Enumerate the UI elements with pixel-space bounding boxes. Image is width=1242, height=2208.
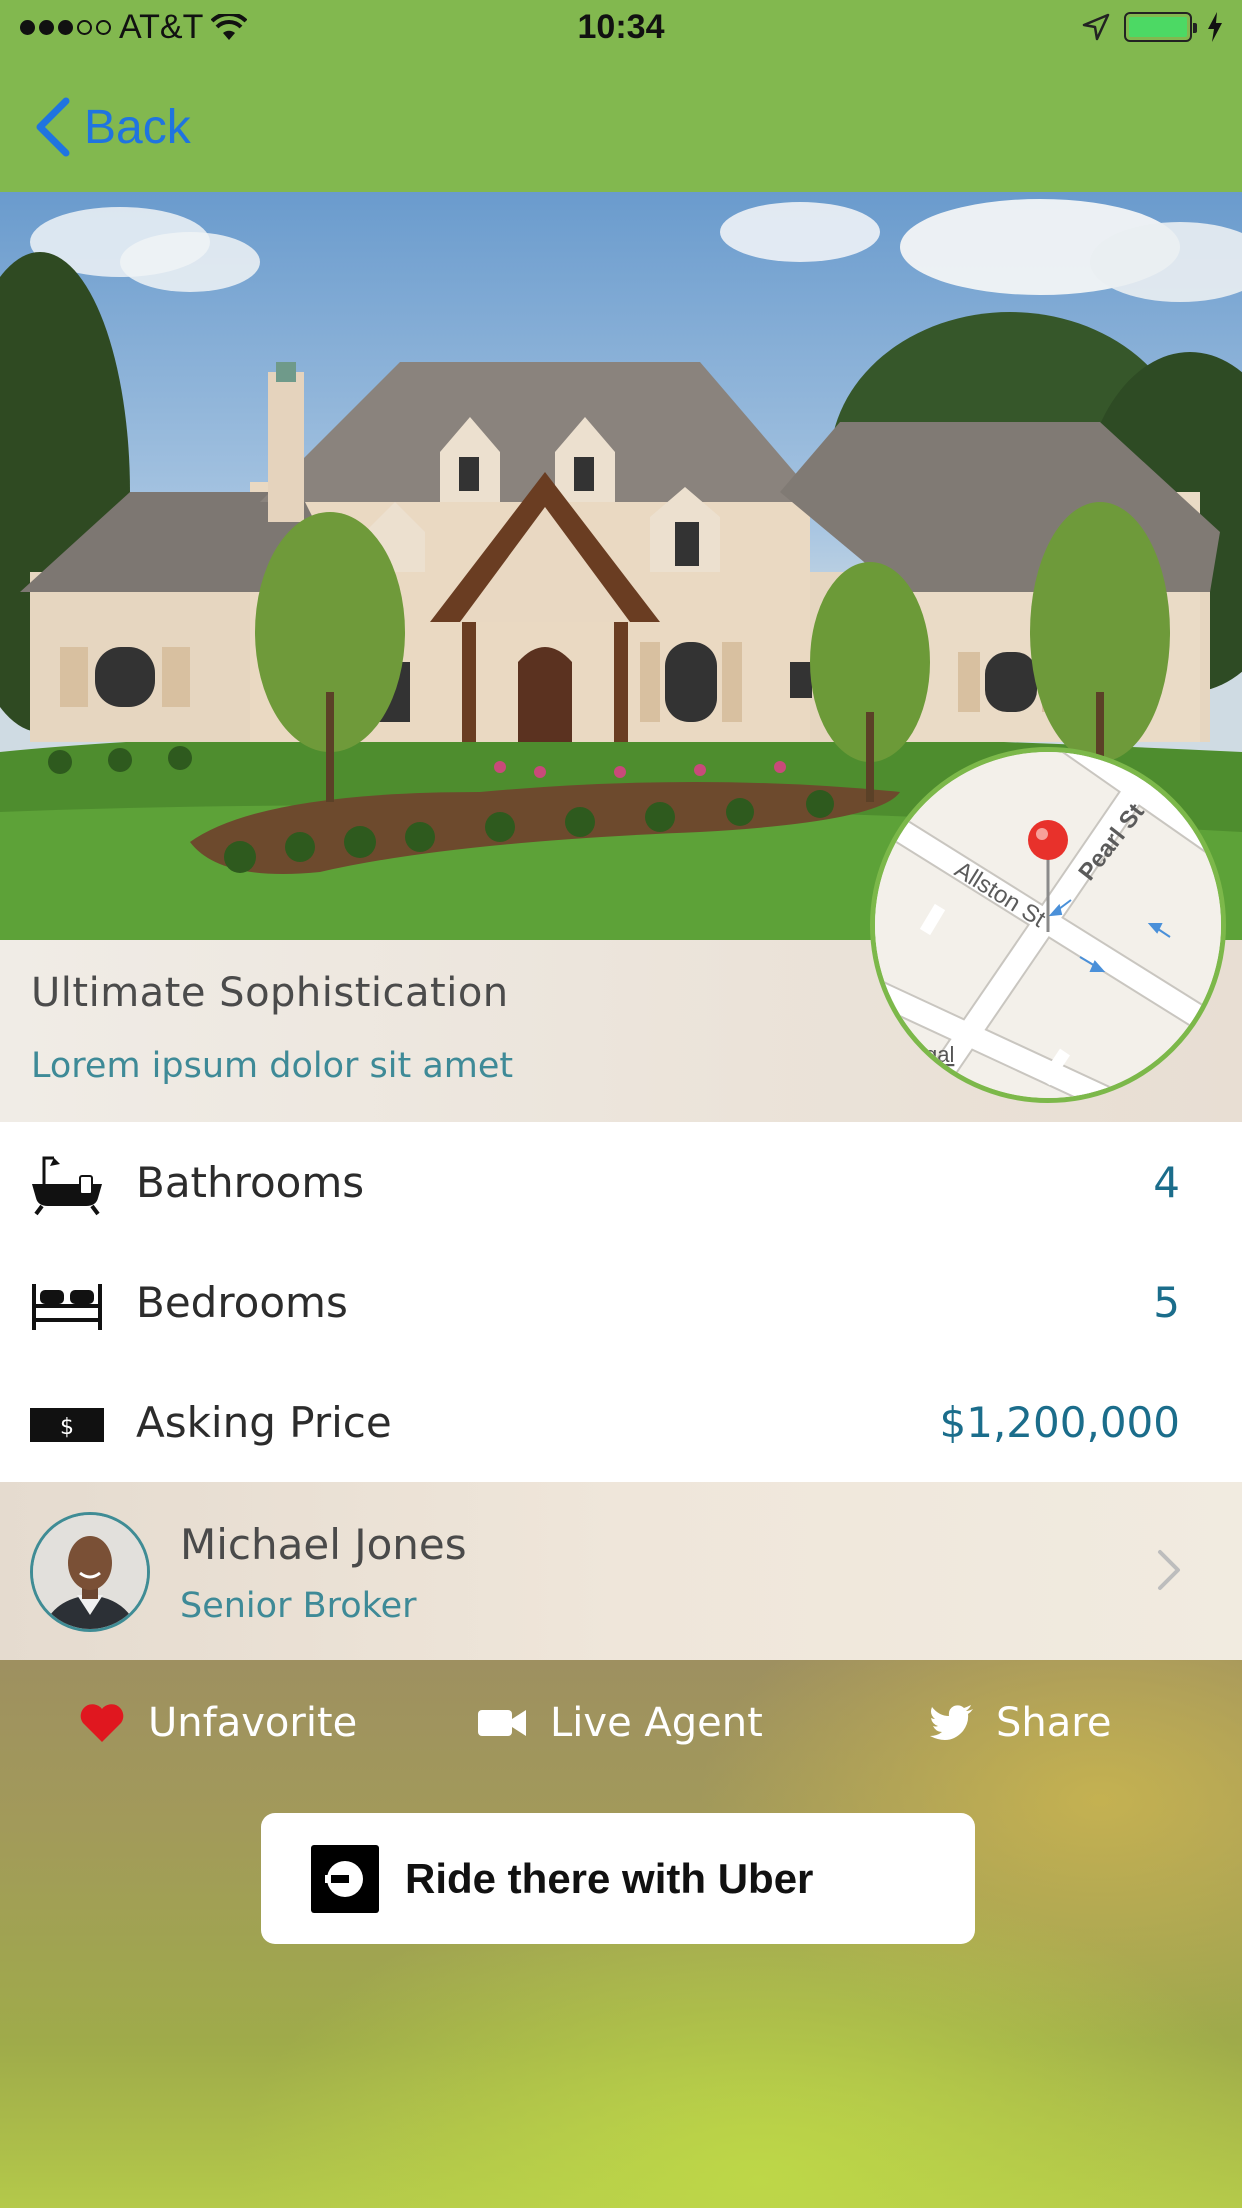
- detail-row-bedrooms: Bedrooms 5: [0, 1242, 1242, 1362]
- detail-value: $1,200,000: [939, 1398, 1180, 1447]
- uber-logo-icon: [311, 1844, 379, 1913]
- ride-with-uber-button[interactable]: Ride there with Uber: [261, 1813, 975, 1944]
- detail-label: Asking Price: [136, 1398, 392, 1447]
- agent-name: Michael Jones: [180, 1520, 467, 1569]
- svg-text:$: $: [60, 1415, 74, 1440]
- avatar: [30, 1512, 150, 1632]
- back-label: Back: [84, 100, 191, 154]
- charging-bolt-icon: [1208, 12, 1222, 42]
- detail-row-bathrooms: Bathrooms 4: [0, 1122, 1242, 1242]
- agent-role: Senior Broker: [180, 1586, 417, 1626]
- action-panel: Unfavorite Live Agent Share Ride there w…: [0, 1660, 1242, 2208]
- bed-icon: [32, 1284, 102, 1330]
- unfavorite-label: Unfavorite: [148, 1700, 358, 1746]
- twitter-bird-icon: [930, 1705, 973, 1740]
- heart-icon: [80, 1704, 124, 1742]
- share-label: Share: [996, 1700, 1112, 1746]
- action-bar: Unfavorite Live Agent Share: [0, 1688, 1242, 1758]
- clock: 10:34: [577, 8, 665, 46]
- navigation-bar: AT&T 10:34 Back: [0, 0, 1242, 192]
- video-camera-icon: [478, 1710, 526, 1736]
- chevron-left-icon: [36, 97, 70, 157]
- detail-row-asking-price: $ Asking Price $1,200,000: [0, 1362, 1242, 1482]
- detail-label: Bathrooms: [136, 1158, 365, 1207]
- share-button[interactable]: Share: [930, 1688, 1111, 1758]
- live-agent-label: Live Agent: [550, 1700, 763, 1746]
- agent-row[interactable]: Michael Jones Senior Broker: [0, 1482, 1242, 1660]
- dollar-bill-icon: $: [30, 1408, 104, 1442]
- location-map[interactable]: Pearl St Allston St gal: [870, 747, 1226, 1103]
- detail-value: 5: [1153, 1278, 1180, 1327]
- property-details: Bathrooms 4 Bedrooms 5 $ Asking Price $1…: [0, 1122, 1242, 1482]
- bathtub-icon: [32, 1156, 102, 1216]
- chevron-right-icon: [1158, 1550, 1180, 1590]
- listing-title: Ultimate Sophistication: [31, 970, 509, 1016]
- detail-value: 4: [1153, 1158, 1180, 1207]
- location-arrow-icon: [1082, 13, 1110, 41]
- unfavorite-button[interactable]: Unfavorite: [78, 1688, 357, 1758]
- live-agent-button[interactable]: Live Agent: [478, 1688, 763, 1758]
- uber-label: Ride there with Uber: [405, 1854, 814, 1902]
- battery-icon: [1124, 12, 1197, 42]
- back-button[interactable]: Back: [34, 92, 191, 162]
- detail-label: Bedrooms: [136, 1278, 348, 1327]
- listing-subtitle: Lorem ipsum dolor sit amet: [31, 1046, 514, 1086]
- status-bar: AT&T 10:34: [0, 0, 1242, 60]
